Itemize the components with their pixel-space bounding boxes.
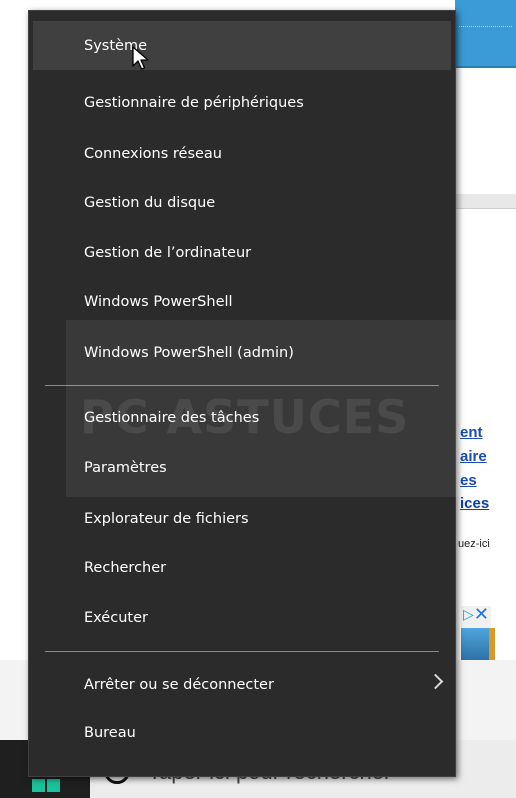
background-link-4[interactable]: ices <box>460 495 489 512</box>
menu-item-label: Gestion de l’ordinateur <box>84 244 252 261</box>
menu-item-rechercher[interactable]: Rechercher <box>29 543 455 592</box>
background-header-bar <box>455 0 516 66</box>
menu-item-label: Explorateur de fichiers <box>84 510 249 527</box>
menu-item-label: Exécuter <box>84 609 148 626</box>
ad-play-icon: ▷ <box>463 607 474 623</box>
background-content-panel <box>455 194 516 649</box>
chevron-right-icon <box>427 673 444 690</box>
menu-separator <box>45 651 439 652</box>
menu-separator <box>45 385 439 386</box>
menu-item-label: Rechercher <box>84 559 167 576</box>
background-link-2[interactable]: aire <box>460 448 487 465</box>
menu-item-label: Gestionnaire des tâches <box>84 409 260 426</box>
menu-item-label: Paramètres <box>84 459 167 476</box>
background-link-1[interactable]: ent <box>460 424 483 441</box>
menu-item-explorateur[interactable]: Explorateur de fichiers <box>29 494 455 543</box>
menu-item-gestion-disque[interactable]: Gestion du disque <box>29 178 455 227</box>
menu-item-arreter[interactable]: Arrêter ou se déconnecter <box>29 660 455 709</box>
ad-thumbnail <box>461 628 495 662</box>
menu-item-label: Connexions réseau <box>84 145 222 162</box>
menu-item-gestion-ordinateur[interactable]: Gestion de l’ordinateur <box>29 228 455 277</box>
menu-item-executer[interactable]: Exécuter <box>29 593 455 642</box>
quick-link-menu: Système Gestionnaire de périphériques Co… <box>28 10 456 777</box>
background-link-3[interactable]: es <box>460 472 477 489</box>
menu-item-label: Gestion du disque <box>84 194 216 211</box>
menu-item-label: Bureau <box>84 724 136 741</box>
menu-item-systeme[interactable]: Système <box>33 21 451 70</box>
menu-item-connexions-reseau[interactable]: Connexions réseau <box>29 129 455 178</box>
menu-item-gestionnaire-peripheriques[interactable]: Gestionnaire de périphériques <box>29 78 455 127</box>
menu-item-gestionnaire-taches[interactable]: Gestionnaire des tâches <box>29 393 455 442</box>
background-header-border <box>455 66 516 68</box>
menu-item-powershell[interactable]: Windows PowerShell <box>29 277 455 326</box>
ad-close-icon[interactable]: ✕ <box>474 606 489 624</box>
menu-item-label: Gestionnaire de périphériques <box>84 94 304 111</box>
ad-choices-icon[interactable]: ▷ ✕ <box>461 606 495 662</box>
menu-item-bureau[interactable]: Bureau <box>29 708 455 757</box>
background-small-text: uez-ici <box>458 538 490 550</box>
menu-item-label: Windows PowerShell (admin) <box>84 344 294 361</box>
menu-item-powershell-admin[interactable]: Windows PowerShell (admin) <box>29 328 455 377</box>
mouse-cursor-icon <box>132 46 149 70</box>
background-left-strip <box>0 0 10 670</box>
background-panel-header <box>455 194 516 209</box>
menu-item-parametres[interactable]: Paramètres <box>29 443 455 492</box>
menu-item-label: Windows PowerShell <box>84 293 233 310</box>
menu-item-label: Arrêter ou se déconnecter <box>84 676 274 693</box>
